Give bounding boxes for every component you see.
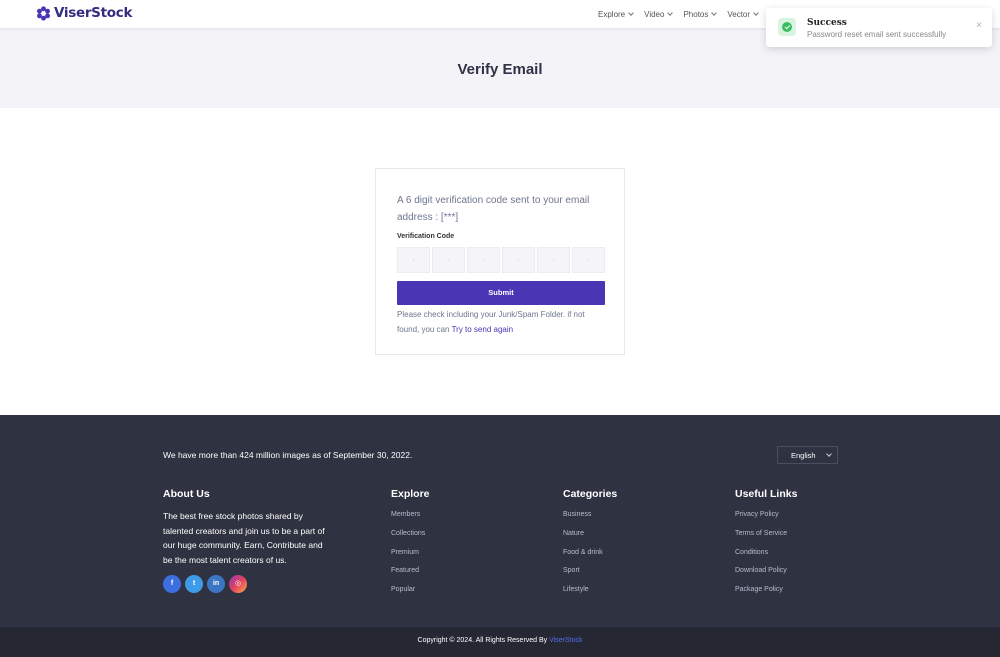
footer-link[interactable]: Premium	[391, 547, 430, 566]
about-title: About Us	[163, 488, 210, 500]
twitter-icon[interactable]: t	[185, 575, 203, 593]
chevron-down-icon	[753, 9, 759, 16]
footer-link[interactable]: Sport	[563, 565, 617, 584]
success-toast: Success Password reset email sent succes…	[766, 8, 992, 47]
logo-icon	[37, 5, 50, 21]
nav-label: Explore	[598, 9, 626, 19]
footer-link[interactable]: Package Policy	[735, 584, 797, 603]
nav-label: Photos	[683, 9, 709, 19]
nav-video[interactable]: Video	[644, 9, 674, 19]
footer-link[interactable]: Business	[563, 509, 617, 528]
footer-link[interactable]: Collections	[391, 528, 430, 547]
code-digit-input[interactable]: -	[537, 247, 570, 273]
footer-link[interactable]: Featured	[391, 565, 430, 584]
copyright-brand-link[interactable]: ViserStock	[549, 637, 582, 644]
nav-label: Video	[644, 9, 665, 19]
footer-link[interactable]: Terms of Service	[735, 528, 797, 547]
social-links: f t in ◎	[163, 575, 333, 593]
language-select[interactable]: English	[777, 446, 838, 464]
footer-about: About Us The best free stock photos shar…	[163, 488, 333, 593]
code-digit-input[interactable]: -	[467, 247, 500, 273]
categories-title: Categories	[563, 488, 618, 500]
verify-card: A 6 digit verification code sent to your…	[375, 168, 625, 355]
code-inputs: - - - - - -	[397, 247, 605, 273]
chevron-down-icon	[825, 450, 832, 457]
language-value: English	[791, 450, 816, 460]
footer-link[interactable]: Conditions	[735, 547, 797, 566]
linkedin-icon[interactable]: in	[207, 575, 225, 593]
brand-name: ViserStock	[54, 5, 133, 21]
footer-intro: We have more than 424 million images as …	[163, 450, 413, 460]
resend-link[interactable]: Try to send again	[452, 325, 514, 334]
spam-note: Please check including your Junk/Spam Fo…	[397, 307, 609, 337]
footer-link[interactable]: Privacy Policy	[735, 509, 797, 528]
footer-link[interactable]: Members	[391, 509, 430, 528]
chevron-down-icon	[628, 9, 634, 16]
code-label: Verification Code	[397, 233, 455, 240]
nav-vector[interactable]: Vector	[727, 9, 759, 19]
toast-message: Password reset email sent successfully	[807, 30, 947, 39]
footer-link[interactable]: Lifestyle	[563, 584, 617, 603]
toast-title: Success	[807, 18, 847, 28]
close-icon[interactable]: ×	[976, 21, 982, 31]
footer-link[interactable]: Food & drink	[563, 547, 617, 566]
footer-link[interactable]: Popular	[391, 584, 430, 603]
copyright-text: Copyright © 2024. All Rights Reserved By	[417, 637, 548, 644]
code-digit-input[interactable]: -	[502, 247, 535, 273]
main-nav: Explore Video Photos Vector	[598, 0, 759, 28]
nav-photos[interactable]: Photos	[683, 9, 718, 19]
check-circle-icon	[778, 18, 796, 36]
about-text: The best free stock photos shared by tal…	[163, 511, 325, 565]
footer-useful-links: Useful Links Privacy Policy Terms of Ser…	[735, 488, 797, 603]
footer-link[interactable]: Download Policy	[735, 565, 797, 584]
submit-button[interactable]: Submit	[397, 281, 605, 305]
page-title: Verify Email	[457, 61, 543, 78]
code-digit-input[interactable]: -	[572, 247, 605, 273]
instagram-icon[interactable]: ◎	[229, 575, 247, 593]
nav-label: Vector	[727, 9, 751, 19]
site-footer: We have more than 424 million images as …	[0, 415, 1000, 627]
footer-link[interactable]: Nature	[563, 528, 617, 547]
chevron-down-icon	[711, 9, 718, 16]
links-title: Useful Links	[735, 488, 798, 500]
explore-title: Explore	[391, 488, 430, 500]
chevron-down-icon	[667, 9, 674, 16]
nav-explore[interactable]: Explore	[598, 9, 634, 19]
code-digit-input[interactable]: -	[432, 247, 465, 273]
facebook-icon[interactable]: f	[163, 575, 181, 593]
logo[interactable]: ViserStock	[36, 5, 132, 21]
copyright-bar: Copyright © 2024. All Rights Reserved By…	[0, 627, 1000, 657]
footer-categories: Categories Business Nature Food & drink …	[563, 488, 617, 603]
code-digit-input[interactable]: -	[397, 247, 430, 273]
verify-message: A 6 digit verification code sent to your…	[397, 195, 590, 223]
footer-explore: Explore Members Collections Premium Feat…	[391, 488, 430, 603]
